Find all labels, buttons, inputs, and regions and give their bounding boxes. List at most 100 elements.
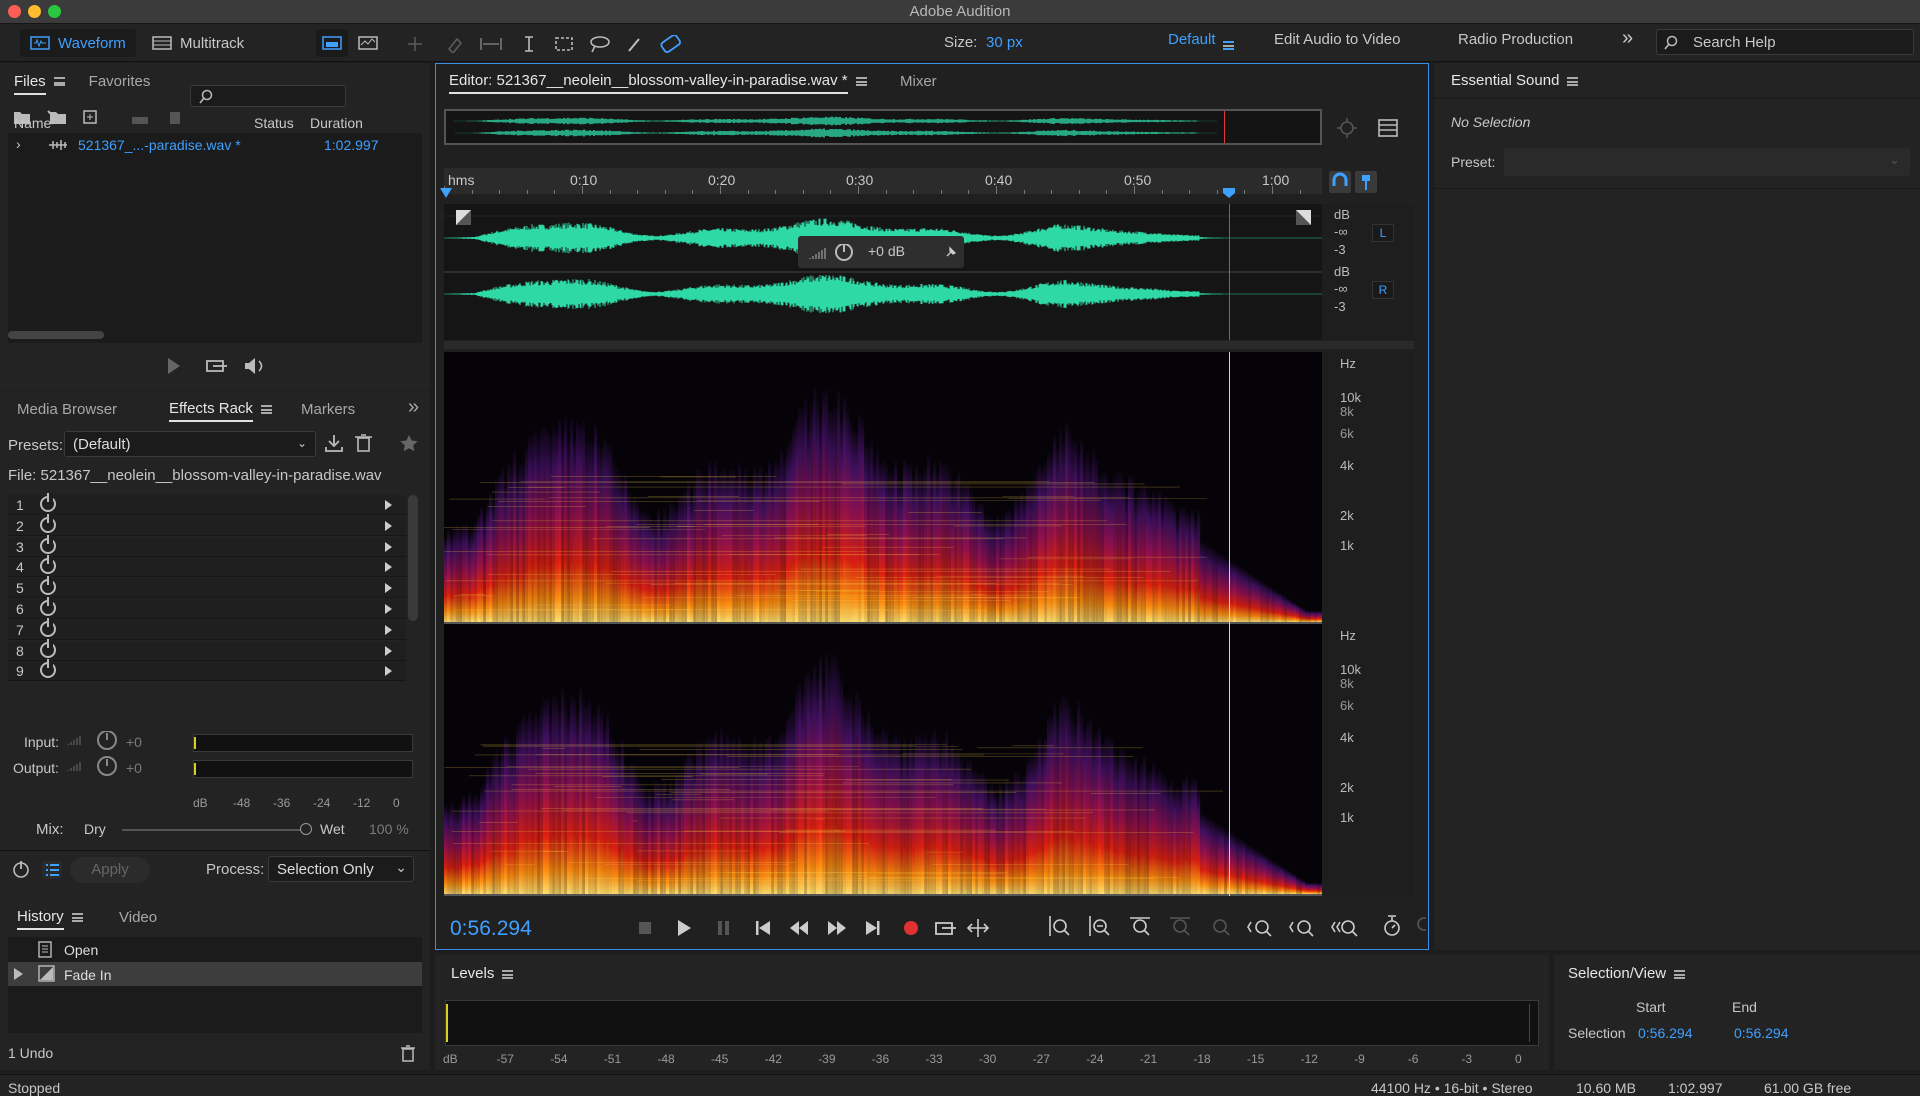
input-gain-knob[interactable]	[97, 731, 117, 750]
preview-volume-icon[interactable]	[245, 358, 263, 374]
slot-power-icon[interactable]	[40, 617, 56, 637]
mix-slider-handle[interactable]	[300, 823, 312, 835]
zoom-out-full-icon[interactable]	[1170, 917, 1190, 936]
delete-preset-icon[interactable]	[355, 434, 372, 452]
process-dropdown[interactable]: Selection Only ⌄	[268, 856, 414, 882]
stop-icon[interactable]	[639, 922, 651, 934]
size-value[interactable]: 30 px	[986, 34, 1023, 51]
zoom-to-selection-icon[interactable]	[1130, 917, 1150, 936]
files-menu-icon[interactable]	[53, 77, 65, 87]
more-workspaces-icon[interactable]: »	[1622, 27, 1633, 50]
effect-slot[interactable]: 5	[8, 576, 406, 599]
playhead-marker[interactable]	[1223, 188, 1235, 198]
spectral-pitch-button[interactable]	[352, 29, 384, 57]
zoom-more-icon[interactable]	[1412, 912, 1426, 938]
spectral-display[interactable]	[444, 352, 1324, 896]
slot-power-icon[interactable]	[40, 555, 56, 575]
slot-power-icon[interactable]	[40, 659, 56, 679]
marker-pin-icon[interactable]	[1355, 171, 1377, 193]
slot-menu-arrow-icon[interactable]	[385, 520, 392, 531]
workspace-edit-audio-to-video[interactable]: Edit Audio to Video	[1274, 31, 1401, 48]
time-ruler[interactable]: hms 0:10 0:20 0:30 0:40 0:50 1:00	[440, 168, 1322, 198]
slot-power-icon[interactable]	[40, 638, 56, 658]
fade-in-handle-icon[interactable]	[456, 210, 471, 225]
channel-r-toggle[interactable]: R	[1372, 281, 1394, 299]
workspace-radio-production[interactable]: Radio Production	[1458, 31, 1573, 48]
slot-power-icon[interactable]	[40, 513, 56, 533]
workspace-default[interactable]: Default	[1168, 31, 1216, 48]
tab-markers[interactable]: Markers	[301, 401, 355, 418]
input-gain-value[interactable]: +0	[126, 734, 142, 750]
effect-slot[interactable]: 6	[8, 597, 406, 619]
slot-power-icon[interactable]	[40, 576, 56, 596]
time-selection-tool-icon[interactable]	[525, 36, 533, 52]
selection-end-value[interactable]: 0:56.294	[1734, 1025, 1789, 1041]
levels-title[interactable]: Levels	[451, 965, 514, 982]
lasso-tool-icon[interactable]	[590, 36, 610, 53]
snap-magnet-icon[interactable]	[1329, 171, 1351, 193]
list-icon[interactable]	[42, 861, 62, 879]
tab-files[interactable]: Files	[14, 72, 65, 95]
tab-video[interactable]: Video	[119, 909, 157, 926]
tab-editor[interactable]: Editor: 521367__neolein__blossom-valley-…	[449, 72, 867, 94]
effect-slot[interactable]: 8	[8, 638, 406, 661]
column-duration[interactable]: Duration	[310, 115, 363, 131]
record-icon[interactable]	[904, 921, 918, 935]
divider-handle[interactable]	[444, 341, 1414, 349]
spectral-frequency-button[interactable]	[316, 29, 348, 57]
zoom-out-amplitude-icon[interactable]	[1089, 916, 1110, 936]
slot-menu-arrow-icon[interactable]	[385, 624, 392, 635]
minimize-window-button[interactable]	[28, 5, 41, 18]
slot-power-icon[interactable]	[40, 534, 56, 554]
slot-menu-arrow-icon[interactable]	[385, 604, 392, 614]
selection-view-menu-icon[interactable]	[1674, 969, 1686, 979]
rack-power-icon[interactable]	[13, 861, 29, 878]
loop-playback-icon[interactable]	[935, 922, 956, 935]
slot-menu-arrow-icon[interactable]	[385, 583, 392, 594]
channel-l-toggle[interactable]: L	[1372, 224, 1394, 242]
column-name[interactable]: Name	[14, 115, 51, 131]
tab-mixer[interactable]: Mixer	[900, 73, 937, 90]
marquee-tool-icon[interactable]	[555, 37, 573, 51]
slot-menu-arrow-icon[interactable]	[385, 500, 392, 510]
slot-menu-arrow-icon[interactable]	[385, 645, 392, 656]
tab-history[interactable]: History	[17, 908, 83, 930]
zoom-in-time-icon[interactable]	[1247, 920, 1272, 937]
rewind-icon[interactable]	[790, 921, 808, 935]
output-gain-knob[interactable]	[97, 756, 117, 776]
mix-slider-track[interactable]	[122, 829, 308, 831]
effect-slot[interactable]: 9	[8, 659, 406, 682]
effects-menu-icon[interactable]	[260, 404, 272, 414]
effect-slot[interactable]: 4	[8, 555, 406, 578]
waveform-display[interactable]: +0 dB	[444, 204, 1322, 340]
preview-loop-icon[interactable]	[206, 360, 227, 372]
skip-selection-icon[interactable]	[966, 919, 990, 937]
effect-slot[interactable]: 3	[8, 534, 406, 557]
selection-view-title[interactable]: Selection/View	[1568, 965, 1686, 982]
skip-to-start-icon[interactable]	[756, 921, 770, 935]
slip-tool-icon[interactable]	[480, 38, 502, 50]
tab-media-browser[interactable]: Media Browser	[17, 401, 117, 418]
effect-slot[interactable]: 2	[8, 513, 406, 536]
pin-icon[interactable]	[944, 245, 958, 259]
zoom-fit-icon[interactable]	[1337, 118, 1357, 138]
hud-gain-control[interactable]: +0 dB	[798, 236, 964, 268]
current-time-display[interactable]: 0:56.294	[450, 917, 532, 941]
file-row[interactable]: › 521367_...-paradise.wav * 1:02.997	[8, 133, 422, 157]
effect-slot[interactable]: 1	[8, 493, 406, 515]
column-status[interactable]: Status	[254, 115, 294, 131]
presets-dropdown[interactable]: (Default) ⌄	[64, 431, 316, 457]
files-scrollbar[interactable]	[8, 331, 104, 339]
razor-tool-icon[interactable]	[447, 37, 463, 53]
slot-menu-arrow-icon[interactable]	[385, 562, 392, 573]
slot-power-icon[interactable]	[40, 493, 56, 512]
save-preset-icon[interactable]	[325, 435, 343, 452]
fade-out-handle-icon[interactable]	[1296, 210, 1311, 225]
mix-percent[interactable]: 100 %	[369, 821, 409, 837]
editor-menu-icon[interactable]	[855, 76, 867, 86]
in-point-marker[interactable]	[440, 188, 452, 198]
zoom-reset-icon[interactable]	[1384, 915, 1400, 936]
tab-effects-rack[interactable]: Effects Rack	[169, 400, 272, 422]
zoom-out-time-icon[interactable]	[1289, 920, 1314, 937]
essential-sound-menu-icon[interactable]	[1567, 76, 1579, 86]
